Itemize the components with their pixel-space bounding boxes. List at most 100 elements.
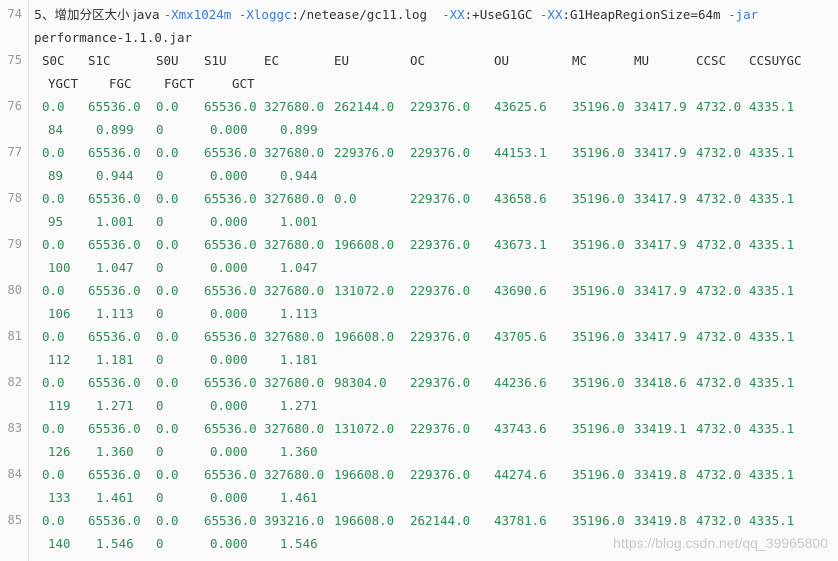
data-cell: 0.899	[96, 122, 134, 137]
data-cell: 65536.0	[204, 329, 257, 344]
data-cell: 327680.0	[264, 191, 325, 206]
data-cell: 43658.6	[494, 191, 547, 206]
data-cell: 65536.0	[204, 513, 257, 528]
command-segment: 5、增加分区大小 java	[34, 7, 164, 22]
data-cell: 196608.0	[334, 329, 395, 344]
data-cell: 43705.6	[494, 329, 547, 344]
command-segment: :/netease/gc11.log	[291, 7, 443, 22]
column-header: FGCT	[164, 76, 195, 91]
data-cell: 0	[156, 398, 164, 413]
data-cell: 35196.0	[572, 513, 625, 528]
data-cell: 327680.0	[264, 467, 325, 482]
column-header: S1U	[204, 53, 227, 68]
data-cell: 1.047	[96, 260, 134, 275]
command-segment	[231, 7, 239, 22]
column-header: CCSC	[696, 53, 727, 68]
data-cell: 0.0	[42, 375, 65, 390]
line-number: 82	[7, 375, 22, 389]
data-cell: 65536.0	[88, 329, 141, 344]
data-cell: 4335.1	[749, 375, 795, 390]
command-text: 5、增加分区大小 java -Xmx1024m -Xloggc:/netease…	[34, 3, 758, 26]
command-segment: :G1HeapRegionSize=64m	[562, 7, 729, 22]
data-cell: 229376.0	[410, 99, 471, 114]
line-number: 76	[7, 99, 22, 113]
data-cell: 43690.6	[494, 283, 547, 298]
data-cell: 0.0	[156, 467, 179, 482]
data-cell: 0.000	[210, 490, 248, 505]
watermark: https://blog.csdn.net/qq_39965800	[613, 535, 828, 551]
data-cell: 0	[156, 260, 164, 275]
data-cell: 84	[48, 122, 64, 137]
data-cell: 65536.0	[88, 513, 141, 528]
data-cell: 0.0	[156, 421, 179, 436]
data-cell: 1.001	[280, 214, 318, 229]
data-cell: 229376.0	[410, 237, 471, 252]
data-cell: 4335.1	[749, 237, 795, 252]
data-cell: 140	[48, 536, 71, 551]
line-number: 79	[7, 237, 22, 251]
column-header: EC	[264, 53, 280, 68]
command-flag: -XX	[539, 7, 563, 22]
data-cell: 196608.0	[334, 513, 395, 528]
data-cell: 65536.0	[88, 421, 141, 436]
data-cell: 1.113	[280, 306, 318, 321]
data-cell: 0.0	[156, 191, 179, 206]
data-cell: 33417.9	[634, 283, 687, 298]
data-cell: 262144.0	[410, 513, 471, 528]
data-cell: 65536.0	[204, 145, 257, 160]
data-cell: 4732.0	[696, 513, 742, 528]
data-cell: 1.113	[96, 306, 134, 321]
data-cell: 0	[156, 122, 164, 137]
column-header: CCSU	[749, 53, 780, 68]
data-cell: 0.0	[42, 421, 65, 436]
column-header: MC	[572, 53, 588, 68]
data-cell: 65536.0	[204, 421, 257, 436]
data-cell: 43743.6	[494, 421, 547, 436]
data-cell: 4732.0	[696, 237, 742, 252]
data-cell: 0.899	[280, 122, 318, 137]
column-header: YGC	[779, 53, 802, 68]
data-cell: 0.0	[156, 513, 179, 528]
data-cell: 4335.1	[749, 467, 795, 482]
data-cell: 4732.0	[696, 99, 742, 114]
data-cell: 0.0	[156, 99, 179, 114]
data-cell: 35196.0	[572, 421, 625, 436]
command-flag: -Xloggc	[238, 7, 292, 22]
data-cell: 0.000	[210, 398, 248, 413]
data-cell: 33417.9	[634, 145, 687, 160]
data-cell: 0	[156, 444, 164, 459]
data-cell: 65536.0	[88, 145, 141, 160]
data-cell: 0	[156, 214, 164, 229]
data-cell: 44274.6	[494, 467, 547, 482]
column-header: OU	[494, 53, 510, 68]
data-cell: 0	[156, 536, 164, 551]
data-cell: 33417.9	[634, 191, 687, 206]
data-cell: 33419.1	[634, 421, 687, 436]
data-cell: 4335.1	[749, 329, 795, 344]
column-header: OC	[410, 53, 426, 68]
data-cell: 327680.0	[264, 329, 325, 344]
data-cell: 44236.6	[494, 375, 547, 390]
data-cell: 133	[48, 490, 71, 505]
data-cell: 4732.0	[696, 145, 742, 160]
data-cell: 65536.0	[88, 467, 141, 482]
data-cell: 0.000	[210, 306, 248, 321]
data-cell: 0.0	[42, 191, 65, 206]
line-number: 80	[7, 283, 22, 297]
data-cell: 35196.0	[572, 467, 625, 482]
data-cell: 229376.0	[334, 145, 395, 160]
data-cell: 126	[48, 444, 71, 459]
data-cell: 33417.9	[634, 237, 687, 252]
data-cell: 43625.6	[494, 99, 547, 114]
data-cell: 0.0	[42, 329, 65, 344]
data-cell: 0.0	[42, 99, 65, 114]
data-cell: 229376.0	[410, 375, 471, 390]
data-cell: 327680.0	[264, 375, 325, 390]
data-cell: 0	[156, 490, 164, 505]
data-cell: 1.047	[280, 260, 318, 275]
data-cell: 229376.0	[410, 191, 471, 206]
data-cell: 100	[48, 260, 71, 275]
data-cell: 35196.0	[572, 375, 625, 390]
data-cell: 119	[48, 398, 71, 413]
data-cell: 1.546	[96, 536, 134, 551]
